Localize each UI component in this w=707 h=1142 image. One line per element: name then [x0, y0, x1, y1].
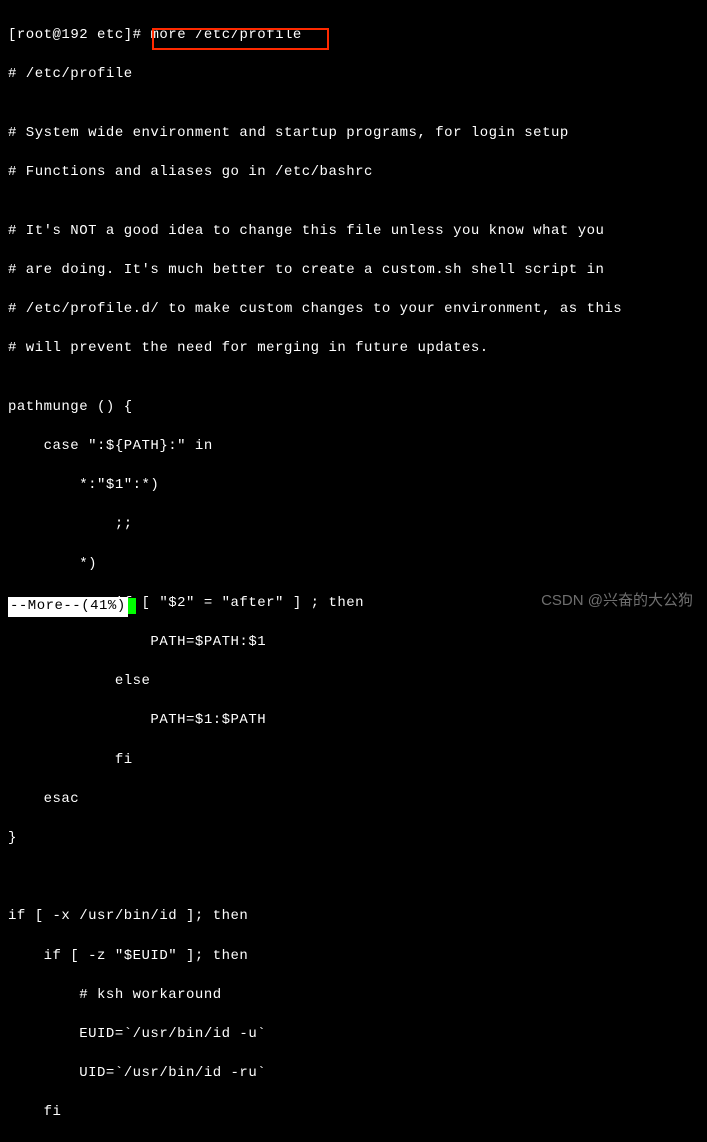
file-line: if [ -x /usr/bin/id ]; then	[8, 907, 699, 927]
file-line: # /etc/profile	[8, 65, 699, 85]
shell-command: more /etc/profile	[150, 27, 301, 43]
more-pager-status-line[interactable]: --More--(41%)	[8, 597, 136, 617]
prompt-host: 192	[61, 27, 88, 43]
watermark-text: CSDN @兴奋的大公狗	[541, 590, 693, 611]
file-line: # are doing. It's much better to create …	[8, 261, 699, 281]
file-line: case ":${PATH}:" in	[8, 437, 699, 457]
prompt-dir: etc	[97, 27, 124, 43]
file-line: *:"$1":*)	[8, 476, 699, 496]
file-line: # will prevent the need for merging in f…	[8, 339, 699, 359]
file-line: # /etc/profile.d/ to make custom changes…	[8, 300, 699, 320]
file-line: UID=`/usr/bin/id -ru`	[8, 1064, 699, 1084]
terminal-output[interactable]: [root@192 etc]# more /etc/profile # /etc…	[8, 6, 699, 1142]
file-line: # It's NOT a good idea to change this fi…	[8, 222, 699, 242]
file-line: esac	[8, 790, 699, 810]
file-line: *)	[8, 555, 699, 575]
file-line: fi	[8, 751, 699, 771]
more-pager-status: --More--(41%)	[8, 597, 128, 617]
file-line: else	[8, 672, 699, 692]
file-line: # ksh workaround	[8, 986, 699, 1006]
file-line: if [ -z "$EUID" ]; then	[8, 947, 699, 967]
file-line: ;;	[8, 515, 699, 535]
file-line: EUID=`/usr/bin/id -u`	[8, 1025, 699, 1045]
terminal-cursor	[128, 598, 136, 614]
file-line: # Functions and aliases go in /etc/bashr…	[8, 163, 699, 183]
file-line: fi	[8, 1103, 699, 1123]
file-line: # System wide environment and startup pr…	[8, 124, 699, 144]
file-line: PATH=$1:$PATH	[8, 711, 699, 731]
file-line: PATH=$PATH:$1	[8, 633, 699, 653]
file-line: }	[8, 829, 699, 849]
file-line: pathmunge () {	[8, 398, 699, 418]
prompt-user: root	[17, 27, 53, 43]
shell-prompt-line: [root@192 etc]# more /etc/profile	[8, 26, 699, 46]
